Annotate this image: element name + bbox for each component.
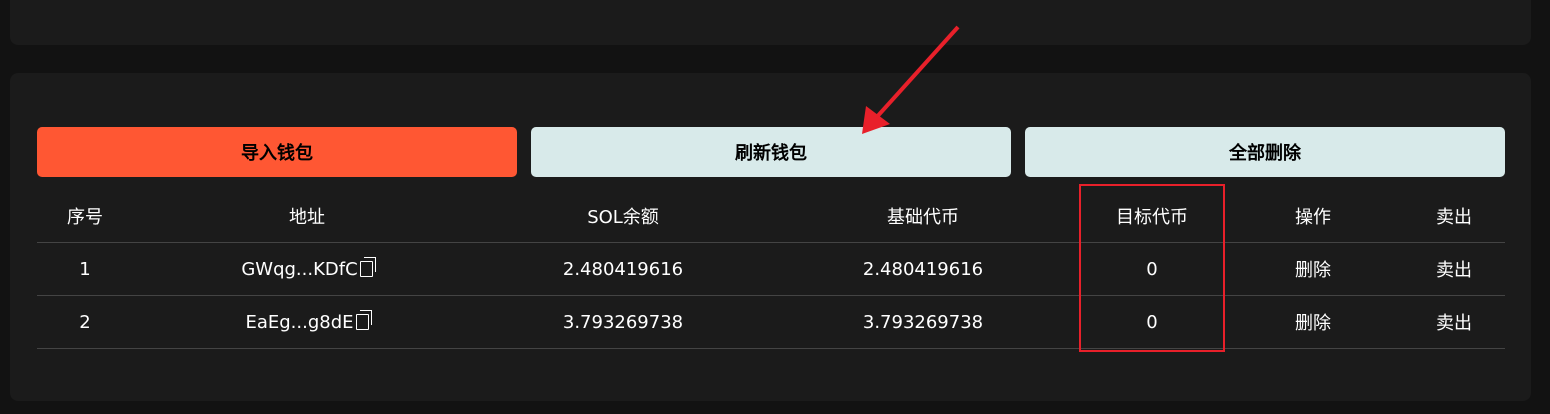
annotation-arrow-icon <box>862 25 960 134</box>
